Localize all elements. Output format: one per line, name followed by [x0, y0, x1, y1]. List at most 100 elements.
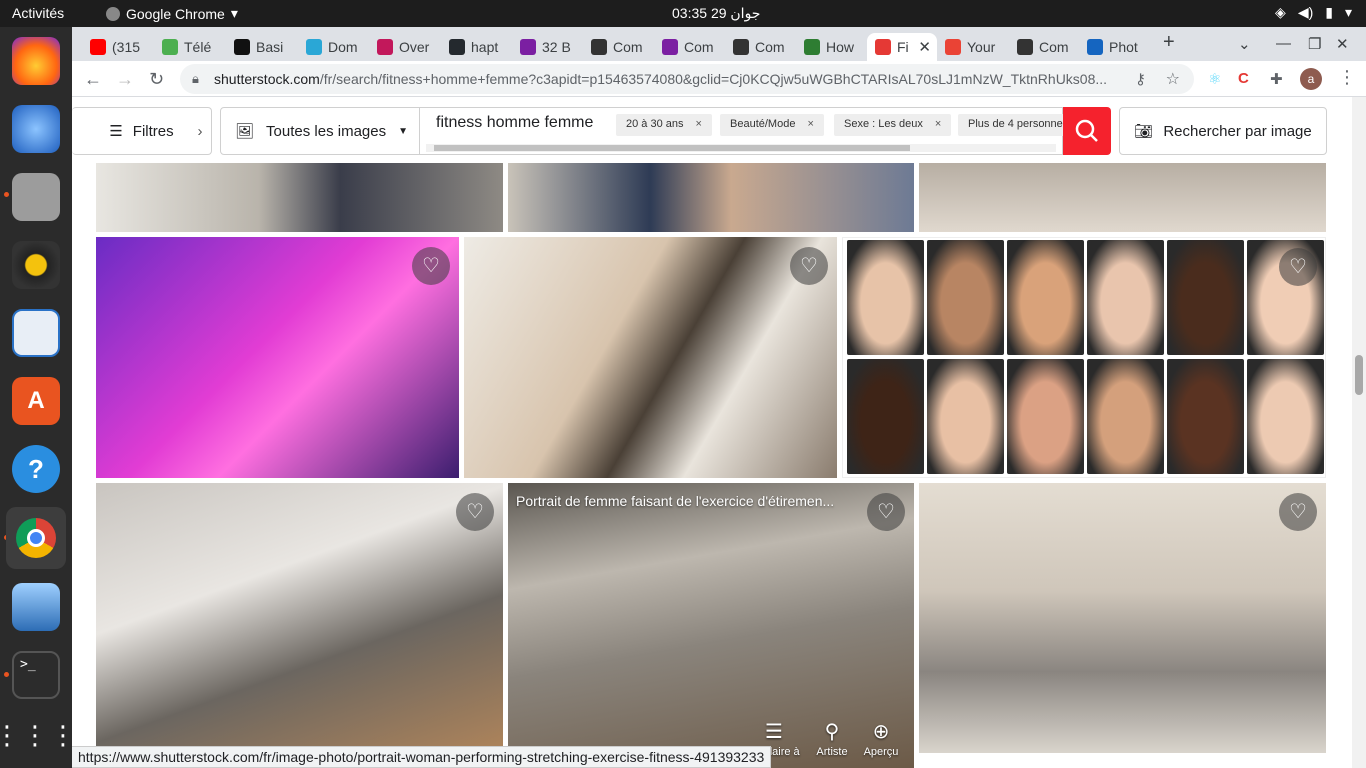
- reload-icon[interactable]: ↻: [149, 69, 164, 90]
- results-grid: ♡ ♡ ♡ ♡ Portrait de femme faisant de l'e…: [72, 163, 1352, 768]
- kebab-menu-icon[interactable]: ⋮: [1338, 67, 1356, 88]
- heart-icon[interactable]: ♡: [790, 247, 828, 285]
- result-image[interactable]: ♡: [96, 237, 459, 478]
- minimize-icon[interactable]: —: [1276, 35, 1291, 52]
- filter-chip[interactable]: 20 à 30 ans ×: [616, 114, 712, 136]
- browser-tab[interactable]: Basi: [226, 33, 298, 61]
- result-image[interactable]: ♡: [464, 237, 837, 478]
- browser-tab[interactable]: Dom: [298, 33, 369, 61]
- thunderbird-icon[interactable]: [12, 105, 60, 153]
- back-arrow-icon[interactable]: ←: [84, 69, 102, 90]
- filter-chip[interactable]: Plus de 4 personne: [958, 114, 1073, 136]
- heart-icon[interactable]: ♡: [412, 247, 450, 285]
- activities-button[interactable]: Activités: [12, 5, 64, 21]
- photos-icon[interactable]: [12, 583, 60, 631]
- search-query[interactable]: fitness homme femme: [436, 114, 593, 132]
- help-icon[interactable]: ?: [12, 445, 60, 493]
- browser-tab[interactable]: Com: [583, 33, 654, 61]
- reverse-image-search-button[interactable]: 📷︎ Rechercher par image: [1119, 107, 1327, 155]
- expand-filters-button[interactable]: ›: [188, 107, 212, 155]
- result-image[interactable]: [96, 163, 503, 232]
- browser-tab[interactable]: Com: [654, 33, 725, 61]
- chrome-icon[interactable]: [6, 507, 66, 569]
- tab-label: Télé: [184, 39, 212, 55]
- browser-tab[interactable]: Com: [1009, 33, 1079, 61]
- filters-label: Filtres: [132, 122, 174, 140]
- result-image[interactable]: [508, 163, 914, 232]
- tab-label: Com: [1039, 39, 1069, 55]
- search-icon: [1075, 119, 1098, 142]
- bookmark-star-icon[interactable]: ☆: [1166, 69, 1180, 89]
- remove-filter-icon[interactable]: ×: [807, 118, 813, 130]
- browser-tab[interactable]: Over: [369, 33, 441, 61]
- maximize-icon[interactable]: ❐: [1308, 35, 1321, 53]
- page-scrollbar-thumb[interactable]: [1355, 355, 1363, 395]
- chips-scrollbar-thumb[interactable]: [434, 145, 910, 151]
- filter-chip-label: Sexe : Les deux: [844, 118, 923, 130]
- page-scrollbar[interactable]: [1352, 97, 1366, 768]
- lock-icon: 🔒︎: [192, 71, 199, 86]
- browser-tab[interactable]: (315: [82, 33, 154, 61]
- files-icon[interactable]: [12, 173, 60, 221]
- close-window-icon[interactable]: ✕: [1336, 35, 1349, 53]
- browser-tab[interactable]: Fi ✕: [867, 33, 937, 61]
- clock[interactable]: 03:35 جوان 29: [672, 5, 760, 22]
- result-image[interactable]: ♡: [919, 483, 1326, 753]
- tab-label: Fi: [897, 39, 909, 55]
- browser-tab[interactable]: Your: [937, 33, 1009, 61]
- heart-icon[interactable]: ♡: [1279, 248, 1317, 286]
- browser-tab[interactable]: Com: [725, 33, 796, 61]
- writer-icon[interactable]: [12, 309, 60, 357]
- filter-chip[interactable]: Beauté/Mode ×: [720, 114, 824, 136]
- system-tray[interactable]: ◈ ◀) ▮ ▾: [1275, 4, 1352, 21]
- app-grid-icon[interactable]: ⋮⋮⋮: [0, 711, 76, 759]
- running-indicator: [4, 672, 9, 677]
- key-icon[interactable]: ⚷: [1135, 70, 1146, 88]
- filter-chip[interactable]: Sexe : Les deux ×: [834, 114, 952, 136]
- artist-button[interactable]: ⚲ Artiste: [804, 719, 860, 758]
- zoom-in-icon: ⊕: [872, 721, 890, 743]
- search-field[interactable]: fitness homme femme 20 à 30 ans × Beauté/M…: [420, 107, 1073, 155]
- remove-filter-icon[interactable]: ×: [696, 118, 702, 130]
- profile-avatar[interactable]: a: [1300, 68, 1322, 90]
- heart-icon[interactable]: ♡: [456, 493, 494, 531]
- close-tab-icon[interactable]: ✕: [918, 38, 931, 56]
- terminal-icon[interactable]: >_: [12, 651, 60, 699]
- face-photo: [1087, 240, 1164, 355]
- address-bar[interactable]: 🔒︎ shutterstock.com/fr/search/fitness+ho…: [180, 64, 1194, 94]
- result-image[interactable]: [919, 163, 1326, 232]
- result-image[interactable]: ♡: [96, 483, 503, 768]
- remove-filter-icon[interactable]: ×: [935, 118, 941, 130]
- firefox-icon[interactable]: [12, 37, 60, 85]
- browser-tab[interactable]: How: [796, 33, 867, 61]
- face-photo: [1167, 359, 1244, 474]
- rhythmbox-icon[interactable]: [12, 241, 60, 289]
- tab-favicon-icon: [804, 39, 820, 55]
- chrome-small-icon: [106, 6, 120, 21]
- result-image[interactable]: ♡: [842, 237, 1326, 478]
- app-menu[interactable]: Google Chrome ▾: [106, 5, 238, 22]
- face-photo: [847, 240, 924, 355]
- heart-icon[interactable]: ♡: [867, 493, 905, 531]
- extensions-puzzle-icon[interactable]: ✚: [1270, 70, 1283, 88]
- image-type-select[interactable]: 🖼︎ Toutes les images ▼: [220, 107, 420, 155]
- browser-tab[interactable]: 32 B: [512, 33, 583, 61]
- search-button[interactable]: [1063, 107, 1111, 155]
- camera-plus-icon: 📷︎: [1134, 123, 1154, 140]
- software-icon[interactable]: A: [12, 377, 60, 425]
- face-photo: [927, 359, 1004, 474]
- new-tab-icon[interactable]: +: [1163, 31, 1175, 54]
- system-top-bar: Activités Google Chrome ▾ 03:35 جوان 29 …: [0, 0, 1366, 27]
- browser-tab[interactable]: Phot: [1079, 33, 1151, 61]
- result-image-hovered[interactable]: Portrait de femme faisant de l'exercice …: [508, 483, 914, 768]
- extension-c-icon[interactable]: C: [1238, 70, 1249, 87]
- react-devtools-icon[interactable]: ⚛: [1208, 70, 1221, 88]
- chips-scrollbar[interactable]: [426, 144, 1056, 152]
- browser-tab[interactable]: Télé: [154, 33, 226, 61]
- forward-arrow-icon[interactable]: →: [116, 69, 134, 90]
- browser-tab[interactable]: hapt: [441, 33, 512, 61]
- tab-search-icon[interactable]: ⌄: [1238, 35, 1251, 53]
- url-text[interactable]: shutterstock.com/fr/search/fitness+homme…: [214, 71, 1114, 87]
- heart-icon[interactable]: ♡: [1279, 493, 1317, 531]
- preview-button[interactable]: ⊕ Aperçu: [853, 719, 909, 758]
